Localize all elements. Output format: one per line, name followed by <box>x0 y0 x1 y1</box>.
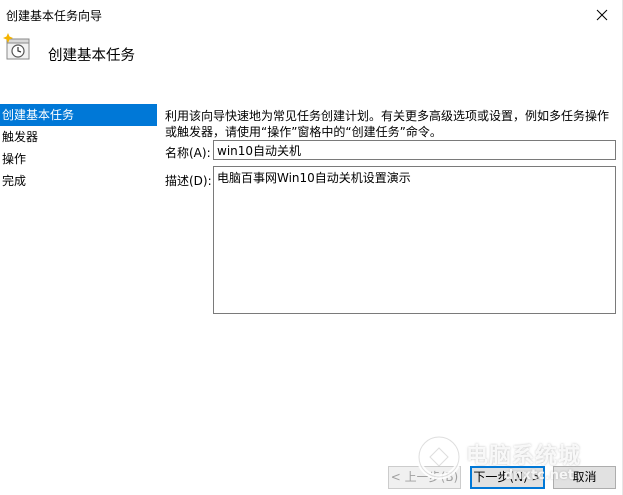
step-create-basic-task[interactable]: 创建基本任务 <box>0 104 157 126</box>
close-button[interactable] <box>591 4 613 26</box>
close-icon <box>596 9 608 21</box>
name-label: 名称(A): <box>165 146 211 160</box>
step-finish[interactable]: 完成 <box>0 170 157 192</box>
step-trigger[interactable]: 触发器 <box>0 126 157 148</box>
wizard-window: 创建基本任务向导 创建基本任务 创建基本任务 触发器 操作 完成 利用该向导快速… <box>0 0 623 495</box>
wizard-content: 利用该向导快速地为常见任务创建计划。有关更多高级选项或设置，例如多任务操作或触发… <box>165 108 617 140</box>
back-button[interactable]: < 上一步(B) <box>388 466 461 489</box>
cancel-button[interactable]: 取消 <box>553 466 616 489</box>
window-title: 创建基本任务向导 <box>6 9 103 23</box>
step-action[interactable]: 操作 <box>0 148 157 170</box>
wizard-header: 创建基本任务 <box>0 30 622 92</box>
description-label: 描述(D): <box>165 174 212 188</box>
instruction-text: 利用该向导快速地为常见任务创建计划。有关更多高级选项或设置，例如多任务操作或触发… <box>165 109 610 139</box>
wizard-steps: 创建基本任务 触发器 操作 完成 <box>0 104 157 192</box>
page-title: 创建基本任务 <box>48 48 135 64</box>
scheduled-task-clock-icon <box>3 33 30 60</box>
name-input[interactable] <box>213 140 616 160</box>
description-textarea[interactable]: 电脑百事网Win10自动关机设置演示 <box>213 166 616 314</box>
next-button[interactable]: 下一步(N) > <box>470 466 545 489</box>
title-bar: 创建基本任务向导 <box>0 0 622 30</box>
